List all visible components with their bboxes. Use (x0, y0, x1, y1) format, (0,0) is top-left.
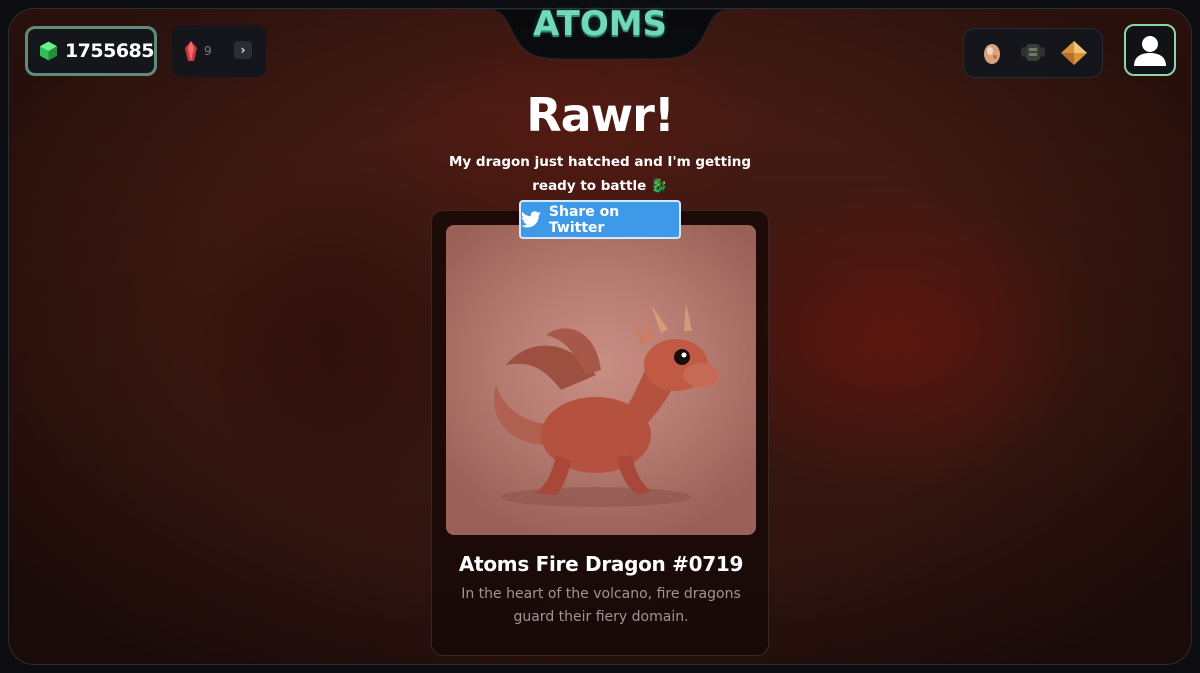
gold-diamond-icon[interactable] (1060, 39, 1088, 67)
gem-balance[interactable]: 1755685 (25, 26, 157, 76)
dragon-card: Atoms Fire Dragon #0719 In the heart of … (431, 210, 769, 656)
egg-icon[interactable] (978, 39, 1006, 67)
twitter-bird-icon (521, 211, 541, 228)
page-subtitle: My dragon just hatched and I'm getting r… (449, 154, 751, 194)
inventory-bar (963, 28, 1103, 78)
app-logo[interactable]: ATOMS (474, 4, 726, 44)
balance-amount: 1755685 (64, 40, 155, 62)
page-title: Rawr! (526, 88, 675, 142)
share-label: Share on Twitter (548, 203, 620, 236)
dragon-description: In the heart of the volcano, fire dragon… (461, 586, 741, 625)
green-gem-icon (40, 41, 57, 61)
red-crystal-icon (185, 41, 197, 61)
crystal-count: 9 (204, 44, 212, 58)
chevron-right-icon[interactable]: › (234, 41, 252, 59)
dragon-name: Atoms Fire Dragon #0719 (458, 552, 744, 576)
share-twitter-button[interactable]: Share on Twitter (519, 200, 681, 239)
profile-button[interactable] (1124, 24, 1176, 76)
dragon-image (446, 225, 756, 535)
user-icon (1134, 36, 1166, 66)
crystal-counter[interactable]: 9 › (172, 25, 266, 77)
armor-icon[interactable] (1019, 39, 1047, 67)
